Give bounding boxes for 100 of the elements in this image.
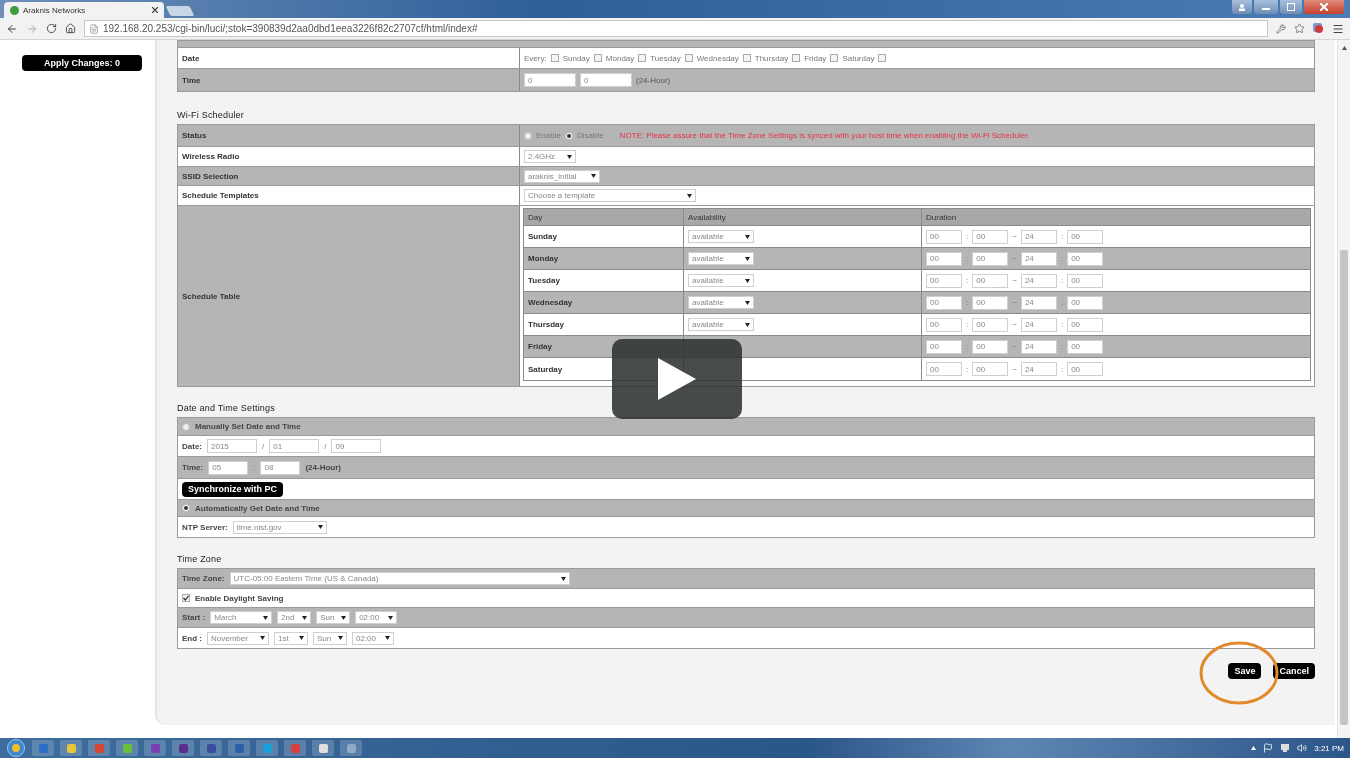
input-field[interactable]: 05 [208, 460, 249, 475]
input-field[interactable]: 00 [1067, 362, 1104, 376]
availability-dropdown[interactable]: available [688, 230, 754, 243]
checkbox[interactable] [638, 54, 647, 62]
input-field[interactable]: 24 [1020, 229, 1057, 244]
input-field[interactable]: 08 [260, 460, 301, 475]
radio-button[interactable] [524, 131, 532, 140]
taskbar-app-icon[interactable] [116, 740, 138, 756]
availability-dropdown[interactable]: available [688, 318, 754, 331]
volume-icon[interactable] [1297, 743, 1308, 753]
taskbar-app-icon[interactable] [312, 740, 334, 756]
schedule-dropdown[interactable]: 02:00 [352, 631, 394, 645]
input-field[interactable]: 00 [1067, 273, 1104, 288]
schedule-dropdown[interactable]: 02:00 [355, 611, 398, 624]
taskbar-app-icon[interactable] [228, 740, 250, 756]
checkbox[interactable] [742, 54, 751, 62]
ntp-dropdown[interactable]: time.nist.gov [232, 520, 327, 534]
input-field[interactable]: 00 [1067, 295, 1104, 310]
input-field[interactable]: 00 [1067, 317, 1104, 332]
radio-button[interactable] [564, 131, 573, 140]
time-zone-dropdown[interactable]: UTC-05:00 Eastern Time (US & Canada) [229, 572, 570, 585]
apply-changes-button[interactable]: Apply Changes: 0 [22, 55, 142, 71]
input-field[interactable]: 24 [1020, 295, 1057, 310]
browser-tab[interactable]: Araknis Networks [4, 2, 164, 18]
input-field[interactable]: 0 [524, 73, 576, 87]
home-icon[interactable] [65, 23, 76, 34]
radio-dropdown[interactable]: 2.4GHz [524, 150, 576, 163]
taskbar-app-icon[interactable] [340, 740, 362, 756]
checkbox[interactable] [878, 54, 887, 62]
schedule-dropdown[interactable]: 2nd [277, 611, 312, 624]
input-field[interactable]: 00 [1067, 251, 1104, 266]
close-icon[interactable] [152, 7, 158, 13]
start-button[interactable] [6, 739, 26, 757]
input-field[interactable]: 00 [926, 251, 962, 266]
checkbox[interactable] [182, 594, 190, 602]
input-field[interactable]: 24 [1020, 362, 1057, 376]
input-field[interactable]: 00 [972, 273, 1009, 288]
taskbar-app-icon[interactable] [172, 740, 194, 756]
radio-button[interactable] [182, 422, 190, 431]
checkbox[interactable] [550, 54, 559, 62]
tray-arrow-icon[interactable] [1251, 746, 1257, 750]
taskbar-app-icon[interactable] [144, 740, 166, 756]
cancel-button[interactable]: Cancel [1273, 663, 1315, 679]
input-field[interactable]: 00 [926, 339, 962, 354]
input-field[interactable]: 00 [926, 273, 962, 288]
schedule-dropdown[interactable]: March [210, 611, 273, 624]
input-field[interactable]: 24 [1020, 273, 1057, 288]
new-tab-button[interactable] [165, 6, 195, 16]
minimize-button[interactable] [1254, 0, 1278, 14]
input-field[interactable]: 00 [972, 339, 1009, 354]
input-field[interactable]: 00 [972, 229, 1009, 244]
checkbox[interactable] [830, 54, 839, 62]
network-icon[interactable] [1280, 743, 1291, 753]
taskbar-app-icon[interactable] [60, 740, 82, 756]
availability-dropdown[interactable]: available [688, 274, 754, 287]
reload-icon[interactable] [46, 23, 57, 34]
ssid-dropdown[interactable]: araknis_initial [524, 169, 600, 183]
checkbox[interactable] [792, 54, 801, 62]
wrench-icon[interactable] [1276, 23, 1286, 34]
taskbar-app-icon[interactable] [256, 740, 278, 756]
input-field[interactable]: 0 [580, 73, 632, 87]
input-field[interactable]: 01 [269, 439, 320, 453]
back-icon[interactable] [6, 22, 18, 35]
input-field[interactable]: 00 [926, 229, 962, 244]
menu-icon[interactable] [1332, 22, 1344, 35]
clock[interactable]: 3:21 PM [1314, 743, 1344, 753]
checkbox[interactable] [593, 54, 602, 62]
schedule-dropdown[interactable]: November [207, 631, 269, 645]
play-button[interactable] [612, 339, 742, 419]
scroll-up-icon[interactable] [1341, 46, 1347, 50]
availability-dropdown[interactable]: available [688, 296, 754, 309]
input-field[interactable]: 00 [972, 317, 1009, 332]
close-button[interactable] [1304, 0, 1344, 14]
radio-button[interactable] [182, 504, 190, 512]
maximize-button[interactable] [1280, 0, 1302, 14]
input-field[interactable]: 09 [331, 439, 382, 453]
input-field[interactable]: 24 [1020, 251, 1057, 266]
address-bar[interactable]: 192.168.20.253/cgi-bin/luci/;stok=390839d2aa0dbd1eea3226f82c2707cf/html/index# [84, 20, 1268, 37]
star-icon[interactable] [1294, 23, 1305, 34]
template-dropdown[interactable]: Choose a template [524, 189, 696, 202]
input-field[interactable]: 00 [972, 251, 1009, 266]
availability-dropdown[interactable]: available [688, 252, 754, 265]
input-field[interactable]: 24 [1020, 317, 1057, 332]
forward-icon[interactable] [26, 22, 38, 35]
schedule-dropdown[interactable]: Sun [316, 611, 351, 624]
input-field[interactable]: 00 [926, 295, 962, 310]
input-field[interactable]: 00 [972, 295, 1009, 310]
scrollbar-thumb[interactable] [1340, 250, 1348, 725]
synchronize-button[interactable]: Synchronize with PC [182, 481, 283, 497]
schedule-dropdown[interactable]: Sun [313, 631, 347, 645]
input-field[interactable]: 2015 [207, 439, 257, 453]
input-field[interactable]: 00 [1067, 229, 1104, 244]
schedule-dropdown[interactable]: 1st [274, 631, 308, 645]
extension-icon[interactable] [1313, 23, 1324, 34]
checkbox[interactable] [684, 54, 693, 62]
input-field[interactable]: 24 [1020, 339, 1057, 354]
user-button[interactable] [1232, 0, 1252, 14]
input-field[interactable]: 00 [926, 317, 962, 332]
flag-icon[interactable] [1263, 743, 1274, 753]
save-button[interactable]: Save [1228, 663, 1262, 679]
